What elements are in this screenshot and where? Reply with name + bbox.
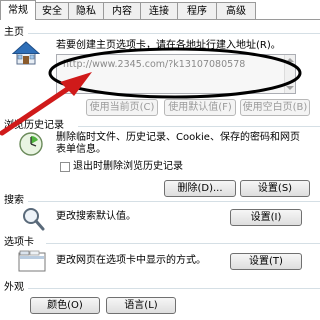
scroll-down-icon[interactable] <box>286 86 294 90</box>
tab-programs-label: 程序 <box>187 6 207 17</box>
history-clock-icon <box>18 131 44 157</box>
tabs-section-divider <box>46 243 320 244</box>
delete-on-exit-label: 退出时删除浏览历史记录 <box>73 161 183 172</box>
appearance-section-divider <box>28 288 320 289</box>
tabs-description: 更改网页在选项卡中显示的方式。 <box>56 255 206 266</box>
home-url-textarea[interactable]: http://www.2345.com/?k13107080578 <box>56 54 296 94</box>
home-icon <box>11 40 41 66</box>
search-settings-button[interactable]: 设置(I) <box>230 209 302 226</box>
tab-general[interactable]: 常规 <box>0 0 36 20</box>
tab-strip: 常规 安全 隐私 内容 连接 程序 高级 <box>0 0 320 20</box>
use-blank-button[interactable]: 使用空白页(B) <box>240 99 310 116</box>
search-magnifier-icon <box>20 206 46 232</box>
tabs-section-title: 选项卡 <box>4 237 34 248</box>
tab-privacy-label: 隐私 <box>76 6 96 17</box>
history-description-line2: 表单信息。 <box>56 144 106 155</box>
home-url-scrollbar[interactable] <box>284 55 295 93</box>
search-section-divider <box>28 201 320 202</box>
tab-security[interactable]: 安全 <box>35 2 69 19</box>
tab-privacy[interactable]: 隐私 <box>68 2 104 19</box>
tab-security-label: 安全 <box>42 6 62 17</box>
tab-general-label: 常规 <box>8 5 28 16</box>
home-section-divider <box>28 33 320 34</box>
home-url-value: http://www.2345.com/?k13107080578 <box>63 59 246 70</box>
tab-connections-label: 连接 <box>149 6 169 17</box>
appearance-section-title: 外观 <box>4 282 24 293</box>
home-section-title: 主页 <box>4 27 24 38</box>
history-settings-button[interactable]: 设置(S) <box>240 180 310 197</box>
search-description: 更改搜索默认值。 <box>56 211 136 222</box>
home-description: 若要创建主页选项卡，请在各地址行建入地址(R)。 <box>56 40 281 51</box>
tab-connections[interactable]: 连接 <box>140 2 178 19</box>
history-description-line1: 删除临时文件、历史记录、Cookie、保存的密码和网页 <box>56 132 300 143</box>
tabs-settings-button[interactable]: 设置(T) <box>230 253 302 270</box>
history-section-divider <box>78 126 320 127</box>
scroll-up-icon[interactable] <box>286 58 294 62</box>
delete-on-exit-checkbox[interactable] <box>60 162 70 172</box>
tab-advanced[interactable]: 高级 <box>216 2 256 19</box>
delete-history-button[interactable]: 删除(D)... <box>164 180 236 197</box>
tab-content-label: 内容 <box>112 6 132 17</box>
use-current-button[interactable]: 使用当前页(C) <box>86 99 158 116</box>
colors-button[interactable]: 颜色(O) <box>30 297 100 314</box>
tabs-window-icon <box>18 250 46 272</box>
tab-advanced-label: 高级 <box>226 6 246 17</box>
languages-button[interactable]: 语言(L) <box>106 297 176 314</box>
tab-divider <box>0 19 320 20</box>
tab-programs[interactable]: 程序 <box>177 2 217 19</box>
use-default-button[interactable]: 使用默认值(F) <box>164 99 236 116</box>
tab-content[interactable]: 内容 <box>103 2 141 19</box>
